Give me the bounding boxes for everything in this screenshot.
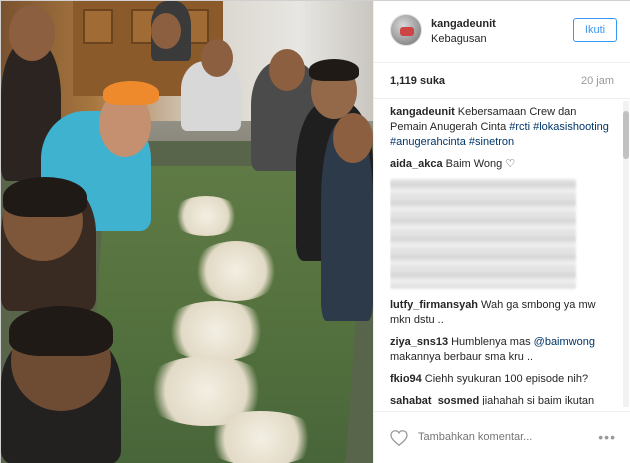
post-stats: 1,119 suka 20 jam — [374, 63, 630, 99]
comment-item: lutfy_firmansyah Wah ga smbong ya mw mkn … — [390, 298, 610, 328]
photo-person-head — [151, 13, 181, 49]
comment-item: sahabat_sosmedjiahahah si baim ikutan sy… — [390, 394, 610, 405]
comments-scrollbar[interactable] — [623, 101, 629, 407]
post-photo[interactable] — [1, 1, 373, 463]
photo-rice — [171, 196, 241, 236]
comment-item: aida_akca Baim Wong ♡ — [390, 157, 610, 172]
comment-mention[interactable]: @baimwong — [534, 336, 595, 348]
instagram-post-window: kangadeunit Kebagusan Ikuti 1,119 suka 2… — [0, 0, 630, 463]
photo-rice — [191, 241, 281, 301]
photo-person-head — [9, 5, 55, 61]
photo-rice — [161, 301, 271, 361]
comment-text: Humblenya mas — [451, 336, 534, 348]
add-comment-input[interactable] — [418, 431, 578, 443]
post-header: kangadeunit Kebagusan Ikuti — [374, 1, 630, 63]
photo-person-hair — [309, 59, 359, 81]
comment-username[interactable]: kangadeunit — [390, 106, 455, 118]
comment-item: fkio94 Ciehh syukuran 100 episode nih? — [390, 372, 610, 387]
post-footer: ••• — [374, 411, 630, 463]
photo-person-hair — [9, 306, 113, 356]
post-username[interactable]: kangadeunit — [431, 18, 496, 30]
photo-person-head — [269, 49, 305, 91]
comment-username[interactable]: fkio94 — [390, 373, 422, 385]
comment-username[interactable]: ziya_sns13 — [390, 336, 448, 348]
photo-orange-cap — [103, 81, 159, 105]
post-side-panel: kangadeunit Kebagusan Ikuti 1,119 suka 2… — [373, 1, 630, 463]
comment-username[interactable]: lutfy_firmansyah — [390, 299, 478, 311]
scrollbar-thumb[interactable] — [623, 111, 629, 159]
comment-list: kangadeunit Kebersamaan Crew dan Pemain A… — [390, 105, 610, 405]
comment-item: kangadeunit Kebersamaan Crew dan Pemain A… — [390, 105, 610, 150]
follow-button[interactable]: Ikuti — [573, 18, 617, 42]
comment-text: Baim Wong ♡ — [445, 158, 516, 170]
photo-person-hair — [3, 177, 87, 217]
photo-cabinet-door — [83, 9, 113, 44]
comment-text: Ciehh syukuran 100 episode nih? — [424, 373, 589, 385]
heart-icon[interactable] — [390, 430, 408, 446]
user-avatar[interactable] — [390, 14, 422, 46]
post-timestamp[interactable]: 20 jam — [581, 75, 614, 87]
comment-item: ziya_sns13 Humblenya mas @baimwong makann… — [390, 335, 610, 365]
blurred-comments-region — [390, 179, 576, 289]
photo-person-head — [333, 113, 373, 163]
comment-username[interactable]: aida_akca — [390, 158, 443, 170]
photo-rice — [201, 411, 321, 463]
post-location[interactable]: Kebagusan — [431, 33, 487, 45]
comment-text: makannya berbaur sma kru .. — [390, 351, 534, 363]
more-options-icon[interactable]: ••• — [598, 429, 616, 445]
comment-username[interactable]: sahabat_sosmed — [390, 395, 479, 405]
photo-person-head — [201, 39, 233, 77]
like-count[interactable]: 1,119 suka — [390, 75, 445, 87]
